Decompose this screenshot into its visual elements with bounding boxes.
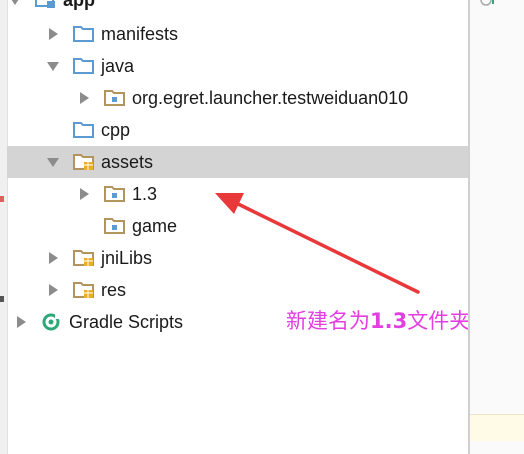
- tree-item-manifests[interactable]: manifests: [7, 18, 468, 50]
- tree-item-app[interactable]: app: [7, 0, 468, 16]
- tree-item-label: game: [132, 215, 178, 236]
- folder-icon: [73, 26, 94, 42]
- expand-arrow-icon[interactable]: [9, 0, 21, 6]
- editor-gutter-icon: [480, 0, 494, 6]
- resource-folder-icon: [73, 282, 94, 298]
- tree-item-label: 1.3: [132, 183, 158, 204]
- tree-item-label: assets: [101, 151, 154, 172]
- tree-item-res[interactable]: res: [7, 274, 468, 306]
- tree-item-label: cpp: [101, 119, 131, 140]
- project-tree-panel: app manifests java org.egret.launcher.te…: [0, 0, 470, 454]
- tree-item-1-3[interactable]: 1.3: [7, 178, 468, 210]
- tree-item-java[interactable]: java: [7, 50, 468, 82]
- expand-arrow-icon[interactable]: [47, 284, 59, 296]
- module-folder-icon: [35, 0, 55, 8]
- resource-folder-icon: [73, 154, 94, 170]
- expand-arrow-icon[interactable]: [78, 188, 90, 200]
- resource-folder-icon: [73, 250, 94, 266]
- tree-item-label: jniLibs: [101, 247, 153, 268]
- expand-arrow-icon[interactable]: [15, 316, 27, 328]
- expand-arrow-icon[interactable]: [47, 28, 59, 40]
- tree-item-label: app: [63, 0, 95, 11]
- expand-arrow-icon[interactable]: [78, 92, 90, 104]
- tree-item-assets[interactable]: assets: [7, 146, 468, 178]
- expand-arrow-icon[interactable]: [47, 156, 59, 168]
- annotation-prefix: 新建名为: [286, 309, 370, 333]
- tree-item-package[interactable]: org.egret.launcher.testweiduan010: [7, 82, 468, 114]
- strip-marker: [0, 296, 4, 302]
- annotation-number: 1.3: [370, 309, 408, 333]
- expand-arrow-icon[interactable]: [47, 60, 59, 72]
- editor-highlight-line: [470, 414, 524, 441]
- package-icon: [104, 90, 125, 106]
- tree-item-label: manifests: [101, 23, 179, 44]
- annotation-text: 新建名为1.3文件夹: [286, 305, 470, 335]
- package-icon: [104, 186, 125, 202]
- gradle-icon: [42, 313, 61, 331]
- strip-marker: [0, 196, 4, 202]
- package-icon: [104, 218, 125, 234]
- tree-item-label: res: [101, 279, 127, 300]
- expand-arrow-icon[interactable]: [47, 252, 59, 264]
- annotation-suffix: 文件夹: [407, 309, 471, 333]
- folder-icon: [73, 58, 94, 74]
- tree-item-game[interactable]: game: [7, 210, 468, 242]
- tree-item-cpp[interactable]: cpp: [7, 114, 468, 146]
- editor-area: [470, 0, 524, 454]
- tree-item-jnilibs[interactable]: jniLibs: [7, 242, 468, 274]
- tree-item-label: Gradle Scripts: [69, 311, 184, 332]
- folder-icon: [73, 122, 94, 138]
- tree-item-label: java: [101, 55, 135, 76]
- tree-item-label: org.egret.launcher.testweiduan010: [132, 87, 409, 108]
